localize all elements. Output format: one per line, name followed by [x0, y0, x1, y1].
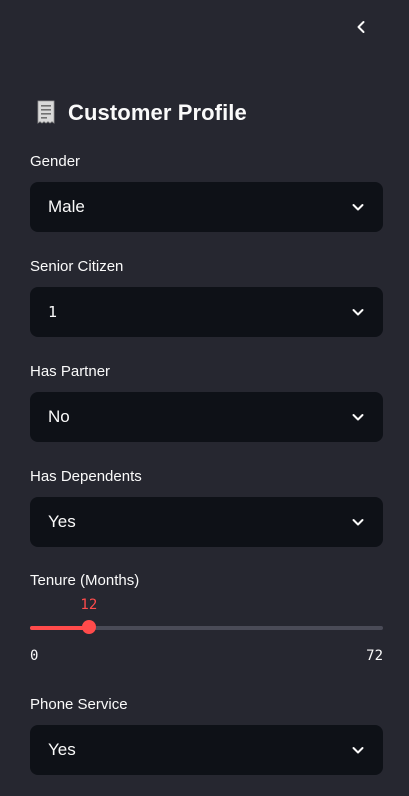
phone-service-select-value: Yes	[48, 740, 76, 759]
chevron-down-icon	[351, 200, 365, 214]
phone-service-label: Phone Service	[30, 696, 128, 713]
partner-label: Has Partner	[30, 363, 111, 380]
partner-select[interactable]: No	[30, 392, 383, 442]
tenure-label: Tenure (Months)	[30, 572, 140, 589]
dependents-label: Has Dependents	[30, 468, 142, 485]
dependents-select-value: Yes	[48, 512, 76, 531]
chevron-down-icon	[351, 743, 365, 757]
receipt-emoji-icon	[37, 100, 55, 124]
sidebar-header: Customer Profile	[34, 98, 247, 128]
tenure-slider-thumb[interactable]	[81, 620, 96, 634]
tenure-max-label: 72	[366, 648, 383, 664]
senior-citizen-select[interactable]: 1	[30, 287, 383, 337]
chevron-down-icon	[351, 515, 365, 529]
dependents-select[interactable]: Yes	[30, 497, 383, 547]
page-title: Customer Profile	[68, 100, 247, 125]
partner-select-value: No	[48, 407, 70, 426]
tenure-slider-fill	[30, 626, 89, 630]
gender-select[interactable]: Male	[30, 182, 383, 232]
tenure-slider-value: 12	[80, 597, 98, 613]
senior-citizen-label: Senior Citizen	[30, 258, 124, 275]
senior-citizen-select-value: 1	[48, 303, 58, 321]
gender-label: Gender	[30, 153, 81, 170]
chevron-down-icon	[351, 305, 365, 319]
phone-service-select[interactable]: Yes	[30, 725, 383, 775]
tenure-min-label: 0	[30, 648, 39, 664]
tenure-slider[interactable]	[30, 620, 383, 634]
chevron-down-icon	[351, 410, 365, 424]
collapse-sidebar-button[interactable]	[346, 12, 376, 42]
gender-select-value: Male	[48, 197, 85, 216]
chevron-left-icon	[357, 21, 365, 33]
